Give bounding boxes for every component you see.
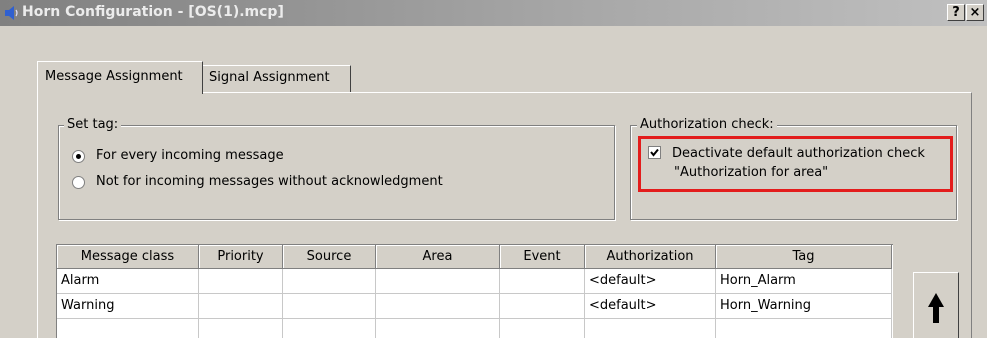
cell-authorization[interactable]: <default> <box>585 294 716 319</box>
authorization-check-title: Authorization check: <box>637 117 777 132</box>
column-header-authorization[interactable]: Authorization <box>585 245 716 269</box>
cell-area[interactable] <box>376 269 500 294</box>
radio-label-without-ack: Not for incoming messages without acknow… <box>96 174 443 189</box>
cell-tag[interactable] <box>716 319 892 338</box>
cell-priority[interactable] <box>199 294 283 319</box>
column-header-message-class[interactable]: Message class <box>57 245 199 269</box>
move-up-button[interactable] <box>913 272 959 338</box>
set-tag-title: Set tag: <box>64 117 122 132</box>
up-arrow-icon <box>928 293 944 323</box>
cell-area[interactable] <box>376 294 500 319</box>
radio-button-selected[interactable] <box>72 150 85 163</box>
title-bar[interactable]: Horn Configuration - [OS(1).mcp] ? × <box>0 0 987 26</box>
help-button[interactable]: ? <box>947 4 965 21</box>
highlight-box <box>638 136 953 192</box>
cell-message-class[interactable]: Warning <box>57 294 199 319</box>
cell-source[interactable] <box>283 294 376 319</box>
cell-source[interactable] <box>283 319 376 338</box>
cell-priority[interactable] <box>199 319 283 338</box>
column-header-source[interactable]: Source <box>283 245 376 269</box>
cell-event[interactable] <box>500 269 585 294</box>
tab-signal-assignment[interactable]: Signal Assignment <box>203 65 351 92</box>
cell-event[interactable] <box>500 319 585 338</box>
cell-tag[interactable]: Horn_Warning <box>716 294 892 319</box>
radio-button-unselected[interactable] <box>72 176 85 189</box>
column-header-priority[interactable]: Priority <box>199 245 283 269</box>
set-tag-group: Set tag: <box>58 117 615 220</box>
cell-authorization[interactable]: <default> <box>585 269 716 294</box>
radio-label-every-message: For every incoming message <box>96 148 284 163</box>
column-header-area[interactable]: Area <box>376 245 500 269</box>
tab-message-assignment[interactable]: Message Assignment <box>37 61 203 94</box>
column-header-tag[interactable]: Tag <box>716 245 892 269</box>
cell-authorization[interactable] <box>585 319 716 338</box>
cell-tag[interactable]: Horn_Alarm <box>716 269 892 294</box>
column-header-event[interactable]: Event <box>500 245 585 269</box>
cell-event[interactable] <box>500 294 585 319</box>
horn-app-icon <box>4 5 20 21</box>
cell-priority[interactable] <box>199 269 283 294</box>
cell-area[interactable] <box>376 319 500 338</box>
cell-source[interactable] <box>283 269 376 294</box>
close-button[interactable]: × <box>966 4 984 21</box>
cell-message-class[interactable] <box>57 319 199 338</box>
window-title: Horn Configuration - [OS(1).mcp] <box>22 4 284 20</box>
cell-message-class[interactable]: Alarm <box>57 269 199 294</box>
message-assignment-table[interactable]: Message class Priority Source Area Event… <box>56 244 893 338</box>
horn-configuration-dialog: Horn Configuration - [OS(1).mcp] ? × Mes… <box>0 0 987 338</box>
